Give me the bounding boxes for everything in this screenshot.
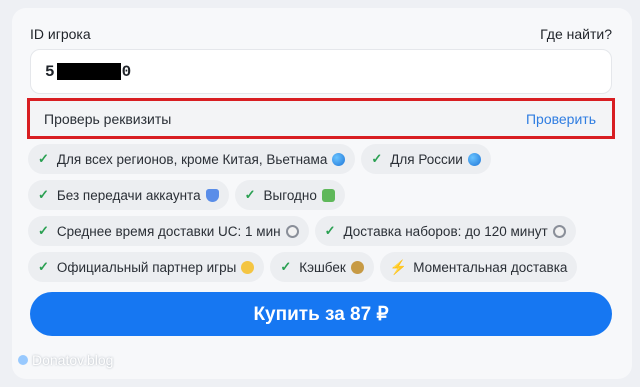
verify-button[interactable]: Проверить <box>526 111 596 127</box>
feature-text: Официальный партнер игры <box>56 259 237 275</box>
feature-text: Среднее время доставки UC: 1 мин <box>56 223 281 239</box>
lightning-icon: ⚡ <box>389 258 408 275</box>
player-id-label: ID игрока <box>30 26 91 42</box>
verify-details-text: Проверь реквизиты <box>44 111 172 127</box>
feature-chip: ✓ Доставка наборов: до 120 минут <box>314 216 576 246</box>
check-icon: ✓ <box>38 259 49 274</box>
check-icon: ✓ <box>38 151 49 166</box>
feature-text: Для России <box>390 151 463 167</box>
feature-chip: ✓ Для России <box>361 144 491 174</box>
check-icon: ✓ <box>38 223 49 238</box>
redaction-bar <box>56 63 121 80</box>
check-icon: ✓ <box>324 223 336 238</box>
feature-chip: ✓ Кэшбек <box>270 252 374 282</box>
feature-chip: ✓ Для всех регионов, кроме Китая, Вьетна… <box>28 144 356 174</box>
feature-chip: ⚡ Моментальная доставка <box>379 252 578 282</box>
watermark: Donatov.blog <box>18 352 113 368</box>
buy-button[interactable]: Купить за 87 ₽ <box>30 292 612 336</box>
player-id-suffix: 0 <box>121 62 133 81</box>
feature-text: Для всех регионов, кроме Китая, Вьетнама <box>56 151 328 167</box>
check-icon: ✓ <box>280 259 292 274</box>
feature-row: ✓ Официальный партнер игры ✓ Кэшбек ⚡ Мо… <box>28 252 618 282</box>
watermark-text: Donatov.blog <box>32 352 114 368</box>
money-icon <box>321 188 335 202</box>
feature-chip: ✓ Без передачи аккаунта <box>28 180 229 210</box>
clock-icon <box>285 224 299 238</box>
globe-icon <box>332 152 346 166</box>
where-to-find-link[interactable]: Где найти? <box>540 26 612 42</box>
verify-details-row: Проверь реквизиты Проверить <box>27 98 615 139</box>
shield-icon <box>205 188 219 202</box>
handshake-icon <box>241 260 255 274</box>
feature-text: Без передачи аккаунта <box>56 187 201 203</box>
feature-chip: ✓ Среднее время доставки UC: 1 мин <box>28 216 309 246</box>
money-bag-icon <box>350 260 364 274</box>
feature-chip: ✓ Выгодно <box>234 180 345 210</box>
feature-chip: ✓ Официальный партнер игры <box>28 252 265 282</box>
globe-icon <box>467 152 481 166</box>
check-icon: ✓ <box>244 187 256 202</box>
check-icon: ✓ <box>38 187 49 202</box>
player-id-header: ID игрока Где найти? <box>30 26 612 44</box>
check-icon: ✓ <box>371 151 383 166</box>
feature-row: ✓ Среднее время доставки UC: 1 мин ✓ Дос… <box>28 216 618 246</box>
feature-row: ✓ Для всех регионов, кроме Китая, Вьетна… <box>28 144 618 174</box>
player-id-input[interactable]: 5 0 <box>30 49 612 94</box>
features-list: ✓ Для всех регионов, кроме Китая, Вьетна… <box>28 144 618 288</box>
clock-icon <box>552 224 566 238</box>
feature-text: Доставка наборов: до 120 минут <box>343 223 548 239</box>
feature-text: Выгодно <box>263 187 317 203</box>
watermark-logo-icon <box>18 355 28 365</box>
feature-row: ✓ Без передачи аккаунта ✓ Выгодно <box>28 180 618 210</box>
feature-text: Моментальная доставка <box>413 259 568 275</box>
feature-text: Кэшбек <box>299 259 346 275</box>
player-id-prefix: 5 <box>45 62 56 81</box>
